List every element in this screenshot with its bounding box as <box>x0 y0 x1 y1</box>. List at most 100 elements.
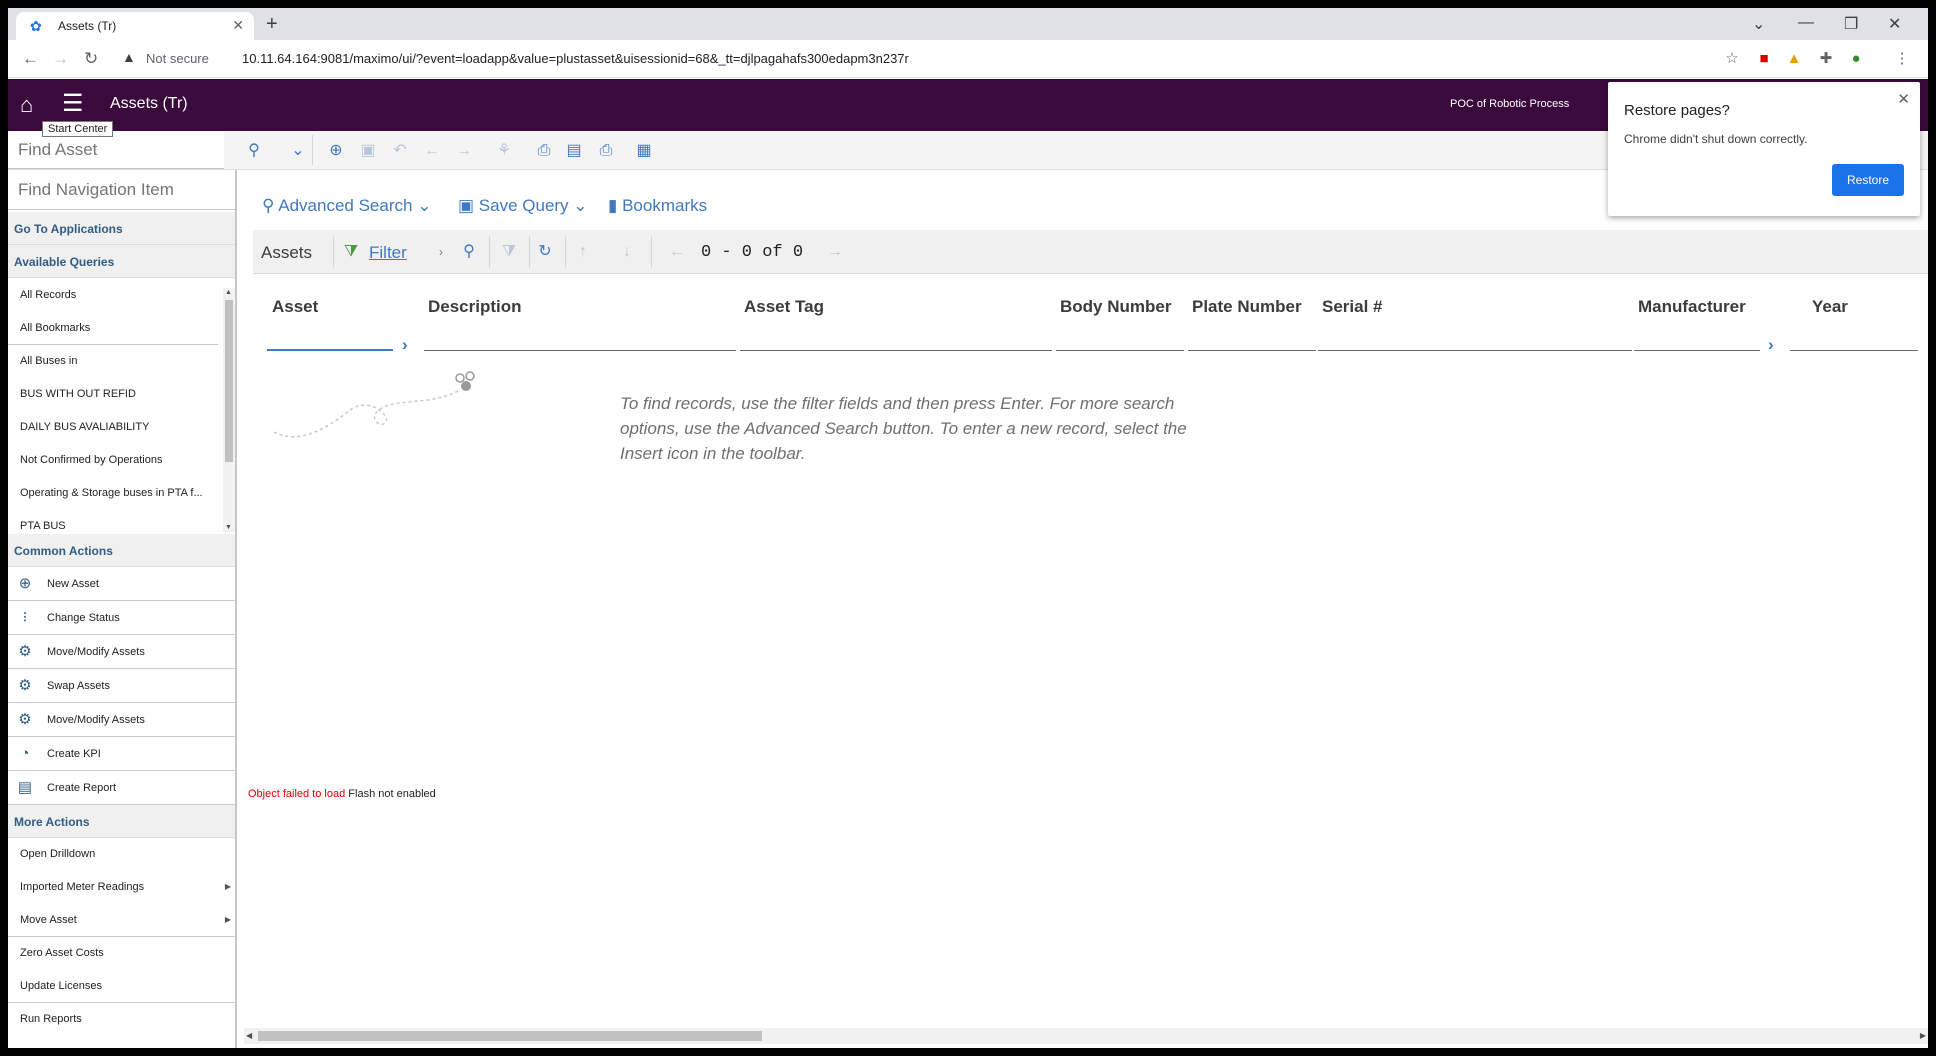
query-item[interactable]: Not Confirmed by Operations <box>8 444 218 477</box>
find-asset-input[interactable] <box>8 131 224 169</box>
column-header-body-number[interactable]: Body Number <box>1060 297 1171 317</box>
chevron-right-icon[interactable]: › <box>431 242 451 262</box>
search-icon[interactable]: ⚲ <box>244 141 264 161</box>
refresh-icon[interactable]: ↻ <box>535 242 555 262</box>
restore-button[interactable]: Restore <box>1832 164 1904 196</box>
column-header-year[interactable]: Year <box>1812 297 1848 317</box>
action-move-modify-assets[interactable]: ⚙ Move/Modify Assets <box>8 635 235 669</box>
browser-tab[interactable]: ✿ Assets (Tr) ✕ <box>16 12 254 40</box>
hamburger-menu-icon[interactable]: ☰ <box>62 91 88 117</box>
scroll-left-arrow-icon[interactable]: ◀ <box>246 1031 252 1040</box>
minimize-icon[interactable]: — <box>1798 14 1814 32</box>
save-icon[interactable]: ▣ <box>358 141 378 161</box>
search-options-chevron-icon[interactable]: ⌄ <box>288 141 308 161</box>
close-popup-icon[interactable]: ✕ <box>1897 90 1910 108</box>
action-create-kpi[interactable]: ◔ Create KPI <box>8 737 235 771</box>
find-icon[interactable]: ⚲ <box>459 242 479 262</box>
save-query-link[interactable]: ▣ Save Query ⌄ <box>458 196 588 216</box>
asset-filter-input[interactable] <box>267 328 393 351</box>
go-to-applications-link[interactable]: Go To Applications <box>8 212 235 245</box>
filter-link[interactable]: Filter <box>369 243 407 263</box>
column-header-asset[interactable]: Asset <box>272 297 318 317</box>
scroll-up-arrow-icon[interactable]: ▲ <box>225 289 232 296</box>
horizontal-scrollbar[interactable]: ◀ ▶ <box>244 1028 1928 1044</box>
pdf-extension-icon[interactable]: ■ <box>1754 49 1774 69</box>
close-tab-icon[interactable]: ✕ <box>232 17 244 34</box>
column-header-description[interactable]: Description <box>428 297 522 317</box>
more-action-imported-meter-readings[interactable]: Imported Meter Readings ▶ <box>8 871 235 904</box>
drilldown-icon[interactable]: ⚘ <box>494 141 514 161</box>
omnibox[interactable]: ▲ Not secure 10.11.64.164:9081/maximo/ui… <box>118 45 1718 73</box>
flash-status-label: Flash not enabled <box>348 788 436 800</box>
action-change-status[interactable]: ⁝ Change Status <box>8 601 235 635</box>
column-header-asset-tag[interactable]: Asset Tag <box>744 297 824 317</box>
puzzle-extensions-icon[interactable]: ✚ <box>1816 49 1836 69</box>
filter-icon[interactable]: ⧩ <box>341 242 361 262</box>
bookmarks-link[interactable]: ▮ Bookmarks <box>608 196 707 216</box>
scrollbar-thumb[interactable] <box>258 1031 762 1041</box>
column-header-manufacturer[interactable]: Manufacturer <box>1638 297 1746 317</box>
description-filter-input[interactable] <box>424 350 736 351</box>
filter-expand-icon[interactable]: › <box>402 335 408 355</box>
insert-new-record-icon[interactable]: ⊕ <box>326 141 346 161</box>
query-item[interactable]: All Buses in <box>8 345 218 378</box>
empty-state-message: To find records, use the filter fields a… <box>620 394 1187 463</box>
scrollbar-thumb[interactable] <box>225 300 233 462</box>
chrome-menu-icon[interactable]: ⋮ <box>1892 49 1912 69</box>
more-action-label: Run Reports <box>20 1013 82 1025</box>
asset-tag-filter-input[interactable] <box>740 350 1052 351</box>
action-swap-assets[interactable]: ⚙ Swap Assets <box>8 669 235 703</box>
scroll-right-arrow-icon[interactable]: ▶ <box>1920 1031 1926 1040</box>
home-icon[interactable]: ⌂ <box>20 93 44 117</box>
sort-up-icon[interactable]: ↑ <box>573 242 593 262</box>
query-item[interactable]: Operating & Storage buses in PTA f... <box>8 477 218 510</box>
url-text: 10.11.64.164:9081/maximo/ui/?event=loada… <box>242 51 909 66</box>
query-item[interactable]: BUS WITH OUT REFID <box>8 378 218 411</box>
extension-icon[interactable]: ▲ <box>1784 49 1804 69</box>
print-report-icon[interactable]: ⎙ <box>596 141 616 161</box>
previous-page-icon[interactable]: ← <box>667 242 687 262</box>
scroll-down-arrow-icon[interactable]: ▼ <box>225 524 232 531</box>
document-icon[interactable]: ▤ <box>564 141 584 161</box>
column-header-plate-number[interactable]: Plate Number <box>1192 297 1302 317</box>
print-icon[interactable]: ⎙ <box>534 141 554 161</box>
more-action-move-asset[interactable]: Move Asset ▶ <box>8 904 235 937</box>
restore-window-icon[interactable]: ❐ <box>1844 14 1858 34</box>
profile-avatar-icon[interactable]: ● <box>1846 49 1866 69</box>
previous-record-icon[interactable]: ← <box>422 141 442 161</box>
query-item[interactable]: PTA BUS <box>8 510 218 534</box>
action-move-modify-assets-2[interactable]: ⚙ Move/Modify Assets <box>8 703 235 737</box>
more-action-open-drilldown[interactable]: Open Drilldown <box>8 838 235 871</box>
new-tab-icon[interactable]: + <box>266 14 278 34</box>
manufacturer-filter-input[interactable] <box>1634 350 1760 351</box>
back-icon[interactable]: ← <box>22 49 39 69</box>
tab-search-icon[interactable]: ⌄ <box>1752 14 1765 34</box>
bookmark-star-icon[interactable]: ☆ <box>1722 49 1742 69</box>
queries-scrollbar[interactable]: ▲ ▼ <box>223 288 235 532</box>
clear-filter-icon[interactable]: ⧩ <box>499 242 519 262</box>
forward-icon[interactable]: → <box>52 49 69 69</box>
undo-icon[interactable]: ↶ <box>390 141 410 161</box>
sort-down-icon[interactable]: ↓ <box>617 242 637 262</box>
next-page-icon[interactable]: → <box>825 242 845 262</box>
column-header-serial[interactable]: Serial # <box>1322 297 1383 317</box>
more-action-zero-asset-costs[interactable]: Zero Asset Costs <box>8 937 235 970</box>
plate-number-filter-input[interactable] <box>1188 350 1316 351</box>
more-action-run-reports[interactable]: Run Reports <box>8 1003 235 1036</box>
close-window-icon[interactable]: ✕ <box>1888 14 1901 34</box>
filter-scroll-right-icon[interactable]: › <box>1768 335 1774 355</box>
body-number-filter-input[interactable] <box>1056 350 1184 351</box>
action-new-asset[interactable]: ⊕ New Asset <box>8 567 235 601</box>
advanced-search-link[interactable]: ⚲ Advanced Search ⌄ <box>262 196 431 216</box>
query-item-all-bookmarks[interactable]: All Bookmarks <box>8 312 218 345</box>
action-create-report[interactable]: ▤ Create Report <box>8 771 235 805</box>
query-item-all-records[interactable]: All Records <box>8 279 218 312</box>
next-record-icon[interactable]: → <box>454 141 474 161</box>
year-filter-input[interactable] <box>1790 350 1918 351</box>
query-item[interactable]: DAILY BUS AVALIABILITY <box>8 411 218 444</box>
reload-icon[interactable]: ↻ <box>84 49 98 69</box>
export-icon[interactable]: ▦ <box>634 141 654 161</box>
serial-filter-input[interactable] <box>1318 350 1632 351</box>
more-action-update-licenses[interactable]: Update Licenses <box>8 970 235 1003</box>
find-navigation-input[interactable] <box>8 170 235 210</box>
